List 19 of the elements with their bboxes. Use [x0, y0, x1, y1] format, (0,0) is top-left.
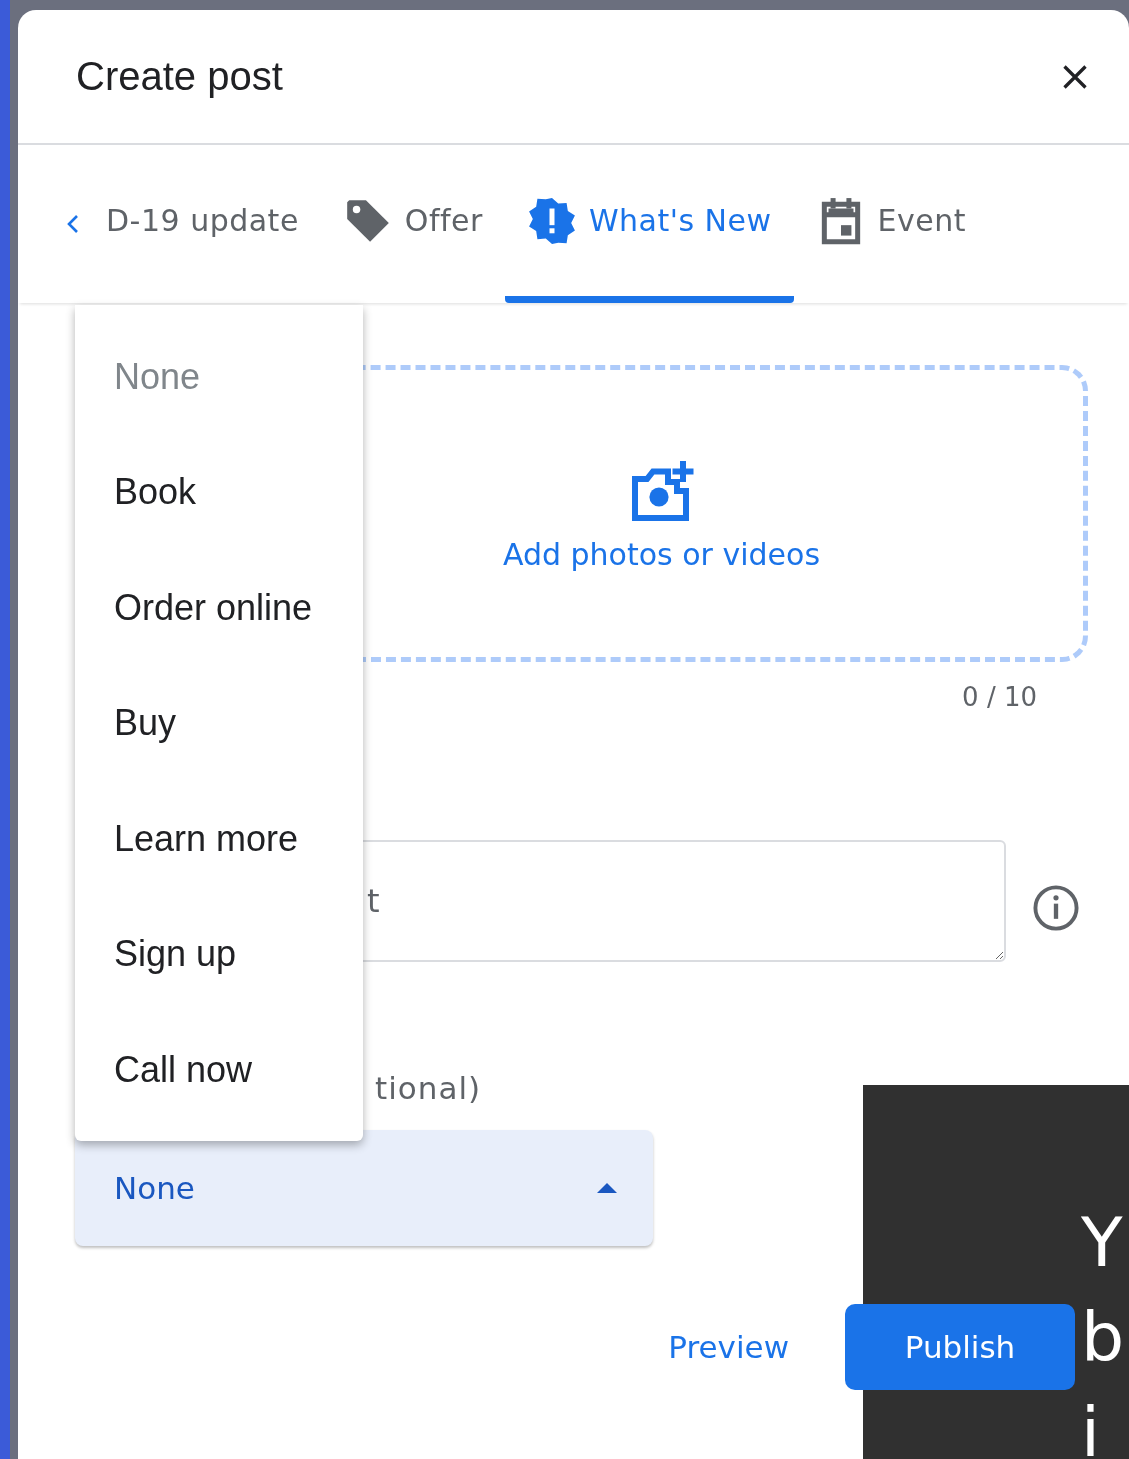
tab[interactable]: Offer	[320, 145, 505, 303]
menu-item[interactable]: Call now	[75, 1012, 363, 1128]
publish-button[interactable]: Publish	[845, 1304, 1075, 1390]
caret-up-icon	[597, 1183, 617, 1193]
tooltip-text: b	[1081, 1297, 1126, 1379]
preview-button[interactable]: Preview	[668, 1304, 789, 1390]
media-counter: 0 / 10	[961, 682, 1037, 712]
tooltip-text: i	[1081, 1392, 1101, 1459]
tooltip-text: Y	[1081, 1202, 1124, 1284]
button-type-dropdown[interactable]: None	[75, 1130, 653, 1246]
menu-item[interactable]: Buy	[75, 665, 363, 781]
menu-item[interactable]: Book	[75, 434, 363, 550]
field-label: tional)	[375, 1070, 482, 1106]
tab[interactable]: Event	[793, 145, 988, 303]
dialog-title: Create post	[76, 54, 283, 99]
tab[interactable]: D-19 update	[106, 145, 321, 303]
tab[interactable]: What's New	[504, 145, 794, 303]
alert-badge-icon	[526, 195, 577, 246]
upload-label: Add photos or videos	[502, 537, 821, 572]
